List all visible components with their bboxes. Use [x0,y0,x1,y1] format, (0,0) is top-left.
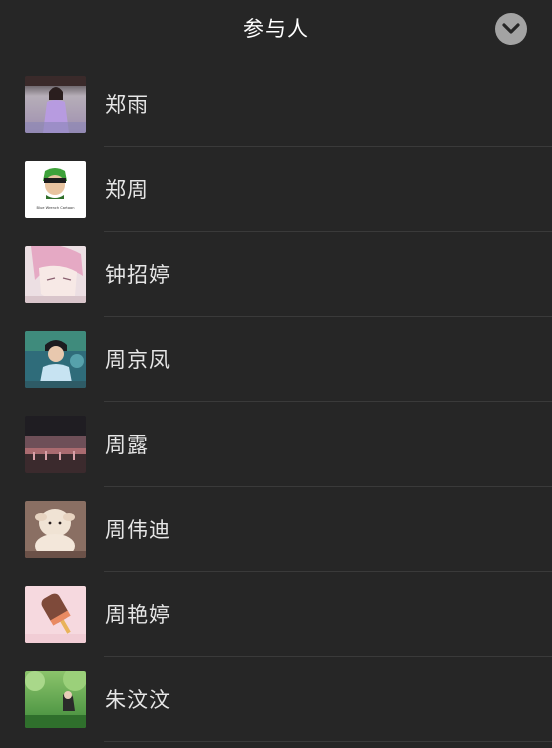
participant-name: 钟招婷 [105,263,171,287]
participant-row[interactable]: 郑雨 [0,62,552,147]
participant-row[interactable]: 周艳婷 [0,572,552,657]
participant-row[interactable]: 周京凤 [0,317,552,402]
participant-name: 周艳婷 [105,603,171,627]
avatar: Blue Wrench Cartoon [25,161,86,218]
avatar [25,671,86,728]
avatar-caption: Blue Wrench Cartoon [36,206,74,210]
avatar [25,246,86,303]
participant-name: 周伟迪 [105,518,171,542]
participant-name: 周京凤 [105,348,171,372]
chevron-down-icon [502,23,520,34]
participant-name: 周露 [105,433,149,457]
participant-name: 朱汶汶 [105,688,171,712]
avatar [25,586,86,643]
participant-row[interactable]: 周伟迪 [0,487,552,572]
participant-row[interactable]: Blue Wrench Cartoon 郑周 [0,147,552,232]
participant-list: 郑雨 Blue Wrench Cartoon 郑周 钟招婷 周京凤 周露 周伟迪… [0,62,552,742]
collapse-button[interactable] [495,13,527,45]
participant-row[interactable]: 周露 [0,402,552,487]
participant-name: 郑周 [105,178,149,202]
avatar [25,331,86,388]
participant-name: 郑雨 [105,93,149,117]
avatar [25,416,86,473]
avatar [25,76,86,133]
sheet-header: 参与人 [0,0,552,62]
avatar [25,501,86,558]
participant-row[interactable]: 朱汶汶 [0,657,552,742]
participant-row[interactable]: 钟招婷 [0,232,552,317]
page-title: 参与人 [243,17,309,41]
participants-sheet: 参与人 郑雨 Blue Wrench Cartoon 郑周 钟招婷 周京凤 周露… [0,0,552,748]
